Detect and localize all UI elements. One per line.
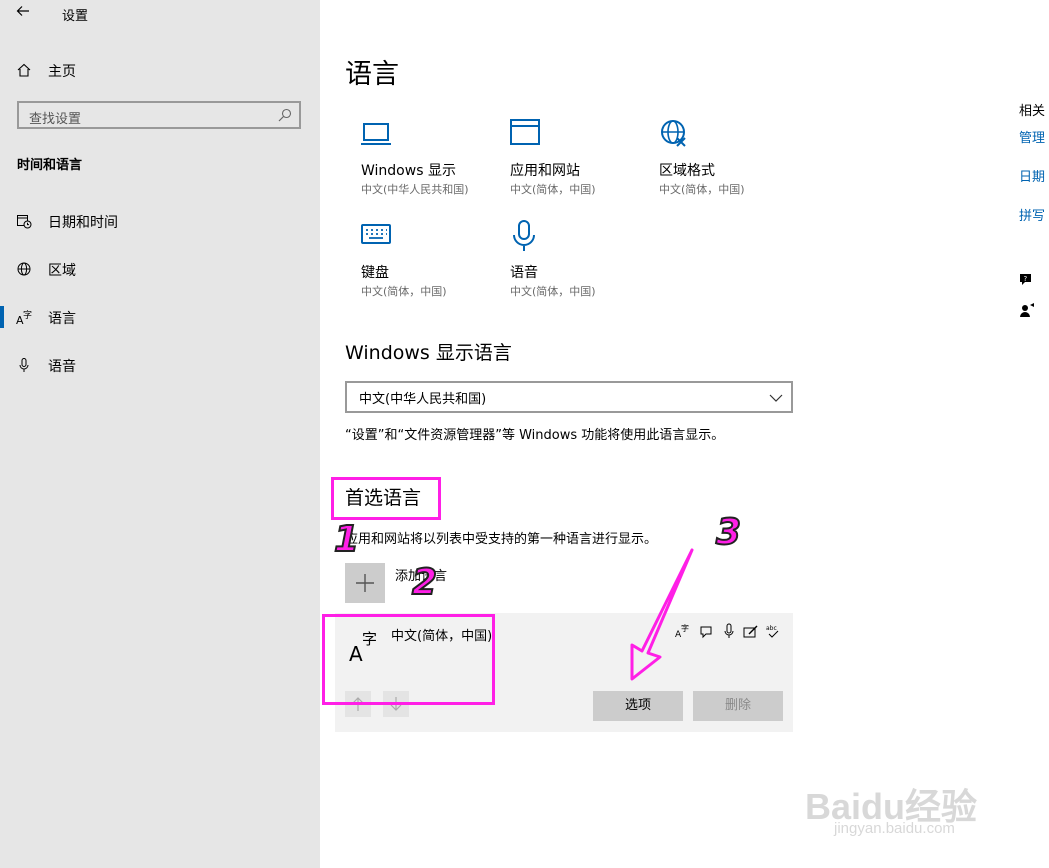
window-title: 设置 (62, 9, 89, 24)
search-input[interactable]: 查找设置 (17, 101, 301, 129)
svg-text:字: 字 (23, 309, 32, 321)
tile-subtitle: 中文(简体，中国) (510, 285, 596, 298)
back-button[interactable] (10, 3, 36, 25)
tile-subtitle: 中文(简体，中国) (361, 285, 447, 298)
feedback-icon[interactable] (1019, 302, 1035, 318)
tile-subtitle: 中文(简体，中国) (659, 183, 745, 196)
tile-speech[interactable]: 语音 中文(简体，中国) (510, 220, 650, 310)
annotation-number-1: 1 (333, 519, 360, 560)
svg-text:?: ? (1024, 275, 1028, 283)
microphone-icon (513, 220, 535, 251)
page-title: 语言 (345, 59, 399, 90)
remove-button[interactable]: 删除 (693, 691, 783, 721)
handwriting-icon (743, 625, 758, 638)
sidebar: 设置 主页 查找设置 时间和语言 日期和时间 区域 A字 语言 语音 (0, 0, 320, 868)
chevron-down-icon (769, 394, 783, 402)
related-link-spelling[interactable]: 拼写 (1019, 205, 1045, 224)
plus-icon (356, 574, 374, 592)
monitor-icon (361, 123, 391, 145)
annotation-box-heading (331, 477, 441, 520)
search-icon (278, 108, 292, 122)
tile-name: Windows 显示 (361, 163, 456, 179)
sidebar-item-speech[interactable]: 语音 (0, 345, 320, 385)
microphone-icon (724, 623, 734, 638)
add-language-button[interactable] (345, 563, 385, 603)
display-language-note: “设置”和“文件资源管理器”等 Windows 功能将使用此语言显示。 (345, 428, 725, 443)
home-icon (17, 63, 31, 77)
sidebar-item-label: 主页 (48, 64, 76, 80)
related-link-date[interactable]: 日期 (1019, 166, 1045, 185)
dropdown-value: 中文(中华人民共和国) (359, 392, 487, 407)
tile-name: 区域格式 (659, 163, 715, 179)
tile-subtitle: 中文(中华人民共和国) (361, 183, 469, 196)
sidebar-item-region[interactable]: 区域 (0, 249, 320, 289)
sidebar-item-language[interactable]: A字 语言 (0, 297, 320, 337)
region-format-icon (661, 120, 686, 147)
tile-windows-display[interactable]: Windows 显示 中文(中华人民共和国) (361, 118, 501, 208)
tile-subtitle: 中文(简体，中国) (510, 183, 596, 196)
display-language-heading: Windows 显示语言 (345, 342, 512, 364)
tile-keyboard[interactable]: 键盘 中文(简体，中国) (361, 220, 501, 310)
tile-name: 应用和网站 (510, 163, 580, 179)
options-button[interactable]: 选项 (593, 691, 683, 721)
sidebar-item-home[interactable]: 主页 (0, 50, 320, 90)
tile-apps-websites[interactable]: 应用和网站 中文(简体，中国) (510, 118, 650, 208)
sidebar-item-label: 语言 (48, 311, 76, 327)
back-arrow-icon (16, 6, 29, 16)
help-chat-icon[interactable]: ? (1019, 271, 1035, 287)
tile-regional-format[interactable]: 区域格式 中文(简体，中国) (659, 118, 799, 208)
keyboard-icon (361, 224, 391, 244)
tile-name: 键盘 (361, 265, 389, 281)
watermark-url: jingyan.baidu.com (834, 820, 955, 837)
related-heading: 相关 (1019, 104, 1046, 119)
sidebar-item-label: 语音 (48, 359, 76, 375)
tile-name: 语音 (510, 265, 538, 281)
clock-calendar-icon (17, 215, 32, 229)
speech-recognition-icon (700, 626, 712, 639)
related-link-manage[interactable]: 管理 (1019, 127, 1045, 146)
annotation-number-3: 3 (715, 512, 742, 553)
sidebar-item-label: 日期和时间 (48, 215, 118, 231)
annotation-arrow (630, 548, 694, 681)
annotation-number-2: 2 (411, 562, 438, 603)
section-heading: 时间和语言 (17, 158, 83, 173)
window-icon (510, 119, 540, 145)
microphone-icon (19, 358, 29, 372)
svg-text:abc: abc (766, 625, 777, 632)
spellcheck-icon: abc (766, 625, 779, 638)
display-language-dropdown[interactable]: 中文(中华人民共和国) (345, 381, 793, 413)
language-icon: A字 (16, 309, 32, 325)
sidebar-item-date-time[interactable]: 日期和时间 (0, 201, 320, 241)
search-placeholder: 查找设置 (29, 112, 82, 127)
preferred-description: 应用和网站将以列表中受支持的第一种语言进行显示。 (345, 532, 658, 547)
sidebar-item-label: 区域 (48, 263, 76, 279)
globe-icon (17, 262, 31, 276)
annotation-box-language (322, 614, 495, 705)
